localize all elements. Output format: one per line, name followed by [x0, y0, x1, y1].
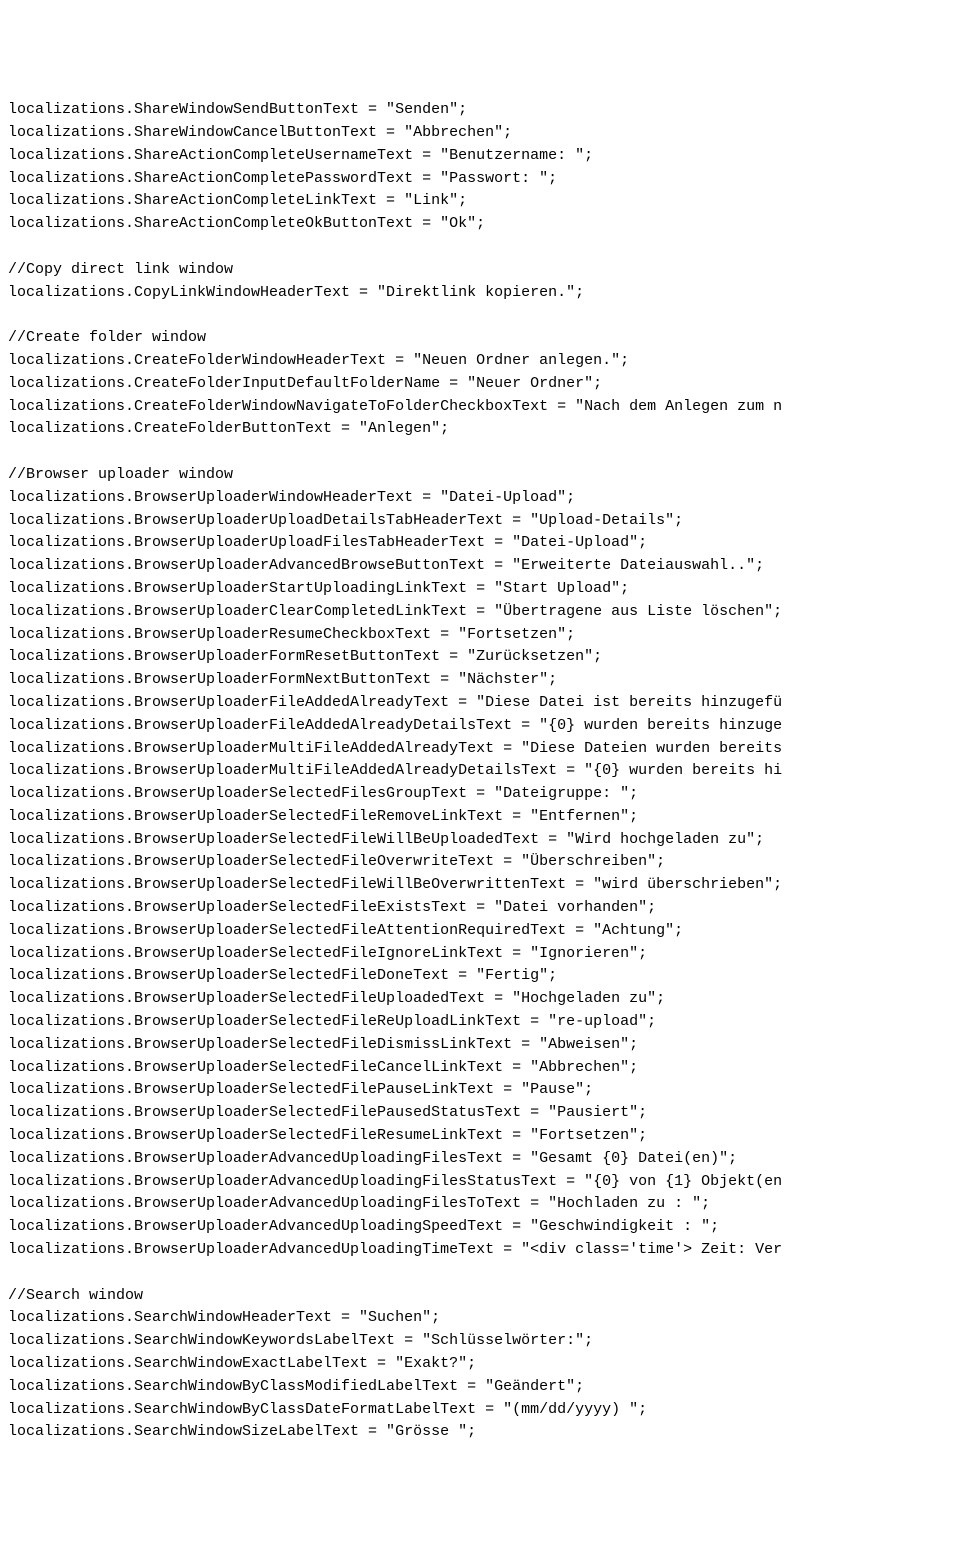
code-line — [8, 441, 952, 464]
code-line: localizations.CreateFolderWindowNavigate… — [8, 396, 952, 419]
code-line: localizations.BrowserUploaderSelectedFil… — [8, 943, 952, 966]
code-line: //Browser uploader window — [8, 464, 952, 487]
code-line: localizations.SearchWindowSizeLabelText … — [8, 1421, 952, 1444]
code-line: localizations.BrowserUploaderAdvancedUpl… — [8, 1216, 952, 1239]
code-line: localizations.BrowserUploaderSelectedFil… — [8, 1057, 952, 1080]
code-line: localizations.BrowserUploaderWindowHeade… — [8, 487, 952, 510]
code-line: localizations.SearchWindowExactLabelText… — [8, 1353, 952, 1376]
code-line: localizations.BrowserUploaderSelectedFil… — [8, 806, 952, 829]
code-line: localizations.SearchWindowHeaderText = "… — [8, 1307, 952, 1330]
code-line — [8, 236, 952, 259]
code-line: localizations.BrowserUploaderAdvancedBro… — [8, 555, 952, 578]
code-line: localizations.ShareActionCompleteOkButto… — [8, 213, 952, 236]
code-line: localizations.BrowserUploaderSelectedFil… — [8, 988, 952, 1011]
code-line: localizations.BrowserUploaderSelectedFil… — [8, 1034, 952, 1057]
code-line: localizations.CreateFolderInputDefaultFo… — [8, 373, 952, 396]
code-line: localizations.BrowserUploaderAdvancedUpl… — [8, 1239, 952, 1262]
code-line: localizations.ShareWindowSendButtonText … — [8, 99, 952, 122]
code-line: localizations.SearchWindowByClassModifie… — [8, 1376, 952, 1399]
code-line: localizations.BrowserUploaderUploadDetai… — [8, 510, 952, 533]
code-line: localizations.BrowserUploaderSelectedFil… — [8, 829, 952, 852]
code-line: localizations.ShareActionCompleteUsernam… — [8, 145, 952, 168]
code-line: localizations.BrowserUploaderUploadFiles… — [8, 532, 952, 555]
code-line: localizations.BrowserUploaderStartUpload… — [8, 578, 952, 601]
code-line: localizations.BrowserUploaderFormResetBu… — [8, 646, 952, 669]
code-line: localizations.BrowserUploaderMultiFileAd… — [8, 760, 952, 783]
code-line: localizations.CopyLinkWindowHeaderText =… — [8, 282, 952, 305]
code-line: localizations.BrowserUploaderSelectedFil… — [8, 1079, 952, 1102]
code-line: localizations.BrowserUploaderSelectedFil… — [8, 1102, 952, 1125]
code-line: localizations.BrowserUploaderFileAddedAl… — [8, 692, 952, 715]
code-line: localizations.BrowserUploaderSelectedFil… — [8, 897, 952, 920]
code-line: localizations.SearchWindowByClassDateFor… — [8, 1399, 952, 1422]
code-line — [8, 1262, 952, 1285]
code-listing: localizations.ShareWindowSendButtonText … — [8, 99, 952, 1444]
code-line: localizations.ShareActionCompletePasswor… — [8, 168, 952, 191]
code-line: localizations.BrowserUploaderSelectedFil… — [8, 874, 952, 897]
code-line: //Create folder window — [8, 327, 952, 350]
code-line: localizations.BrowserUploaderSelectedFil… — [8, 920, 952, 943]
code-line: localizations.BrowserUploaderAdvancedUpl… — [8, 1171, 952, 1194]
code-line: localizations.BrowserUploaderFormNextBut… — [8, 669, 952, 692]
code-line: //Search window — [8, 1285, 952, 1308]
code-line: //Copy direct link window — [8, 259, 952, 282]
code-line: localizations.BrowserUploaderMultiFileAd… — [8, 738, 952, 761]
code-line: localizations.BrowserUploaderClearComple… — [8, 601, 952, 624]
code-line: localizations.ShareActionCompleteLinkTex… — [8, 190, 952, 213]
code-line: localizations.BrowserUploaderSelectedFil… — [8, 1011, 952, 1034]
code-line: localizations.ShareWindowCancelButtonTex… — [8, 122, 952, 145]
code-line: localizations.CreateFolderWindowHeaderTe… — [8, 350, 952, 373]
code-line: localizations.BrowserUploaderSelectedFil… — [8, 1125, 952, 1148]
code-line: localizations.BrowserUploaderSelectedFil… — [8, 851, 952, 874]
code-line: localizations.BrowserUploaderResumeCheck… — [8, 624, 952, 647]
code-line: localizations.BrowserUploaderSelectedFil… — [8, 783, 952, 806]
code-line: localizations.BrowserUploaderSelectedFil… — [8, 965, 952, 988]
code-line: localizations.BrowserUploaderAdvancedUpl… — [8, 1193, 952, 1216]
code-line: localizations.CreateFolderButtonText = "… — [8, 418, 952, 441]
code-line: localizations.BrowserUploaderFileAddedAl… — [8, 715, 952, 738]
code-line: localizations.BrowserUploaderAdvancedUpl… — [8, 1148, 952, 1171]
code-line: localizations.SearchWindowKeywordsLabelT… — [8, 1330, 952, 1353]
code-line — [8, 304, 952, 327]
